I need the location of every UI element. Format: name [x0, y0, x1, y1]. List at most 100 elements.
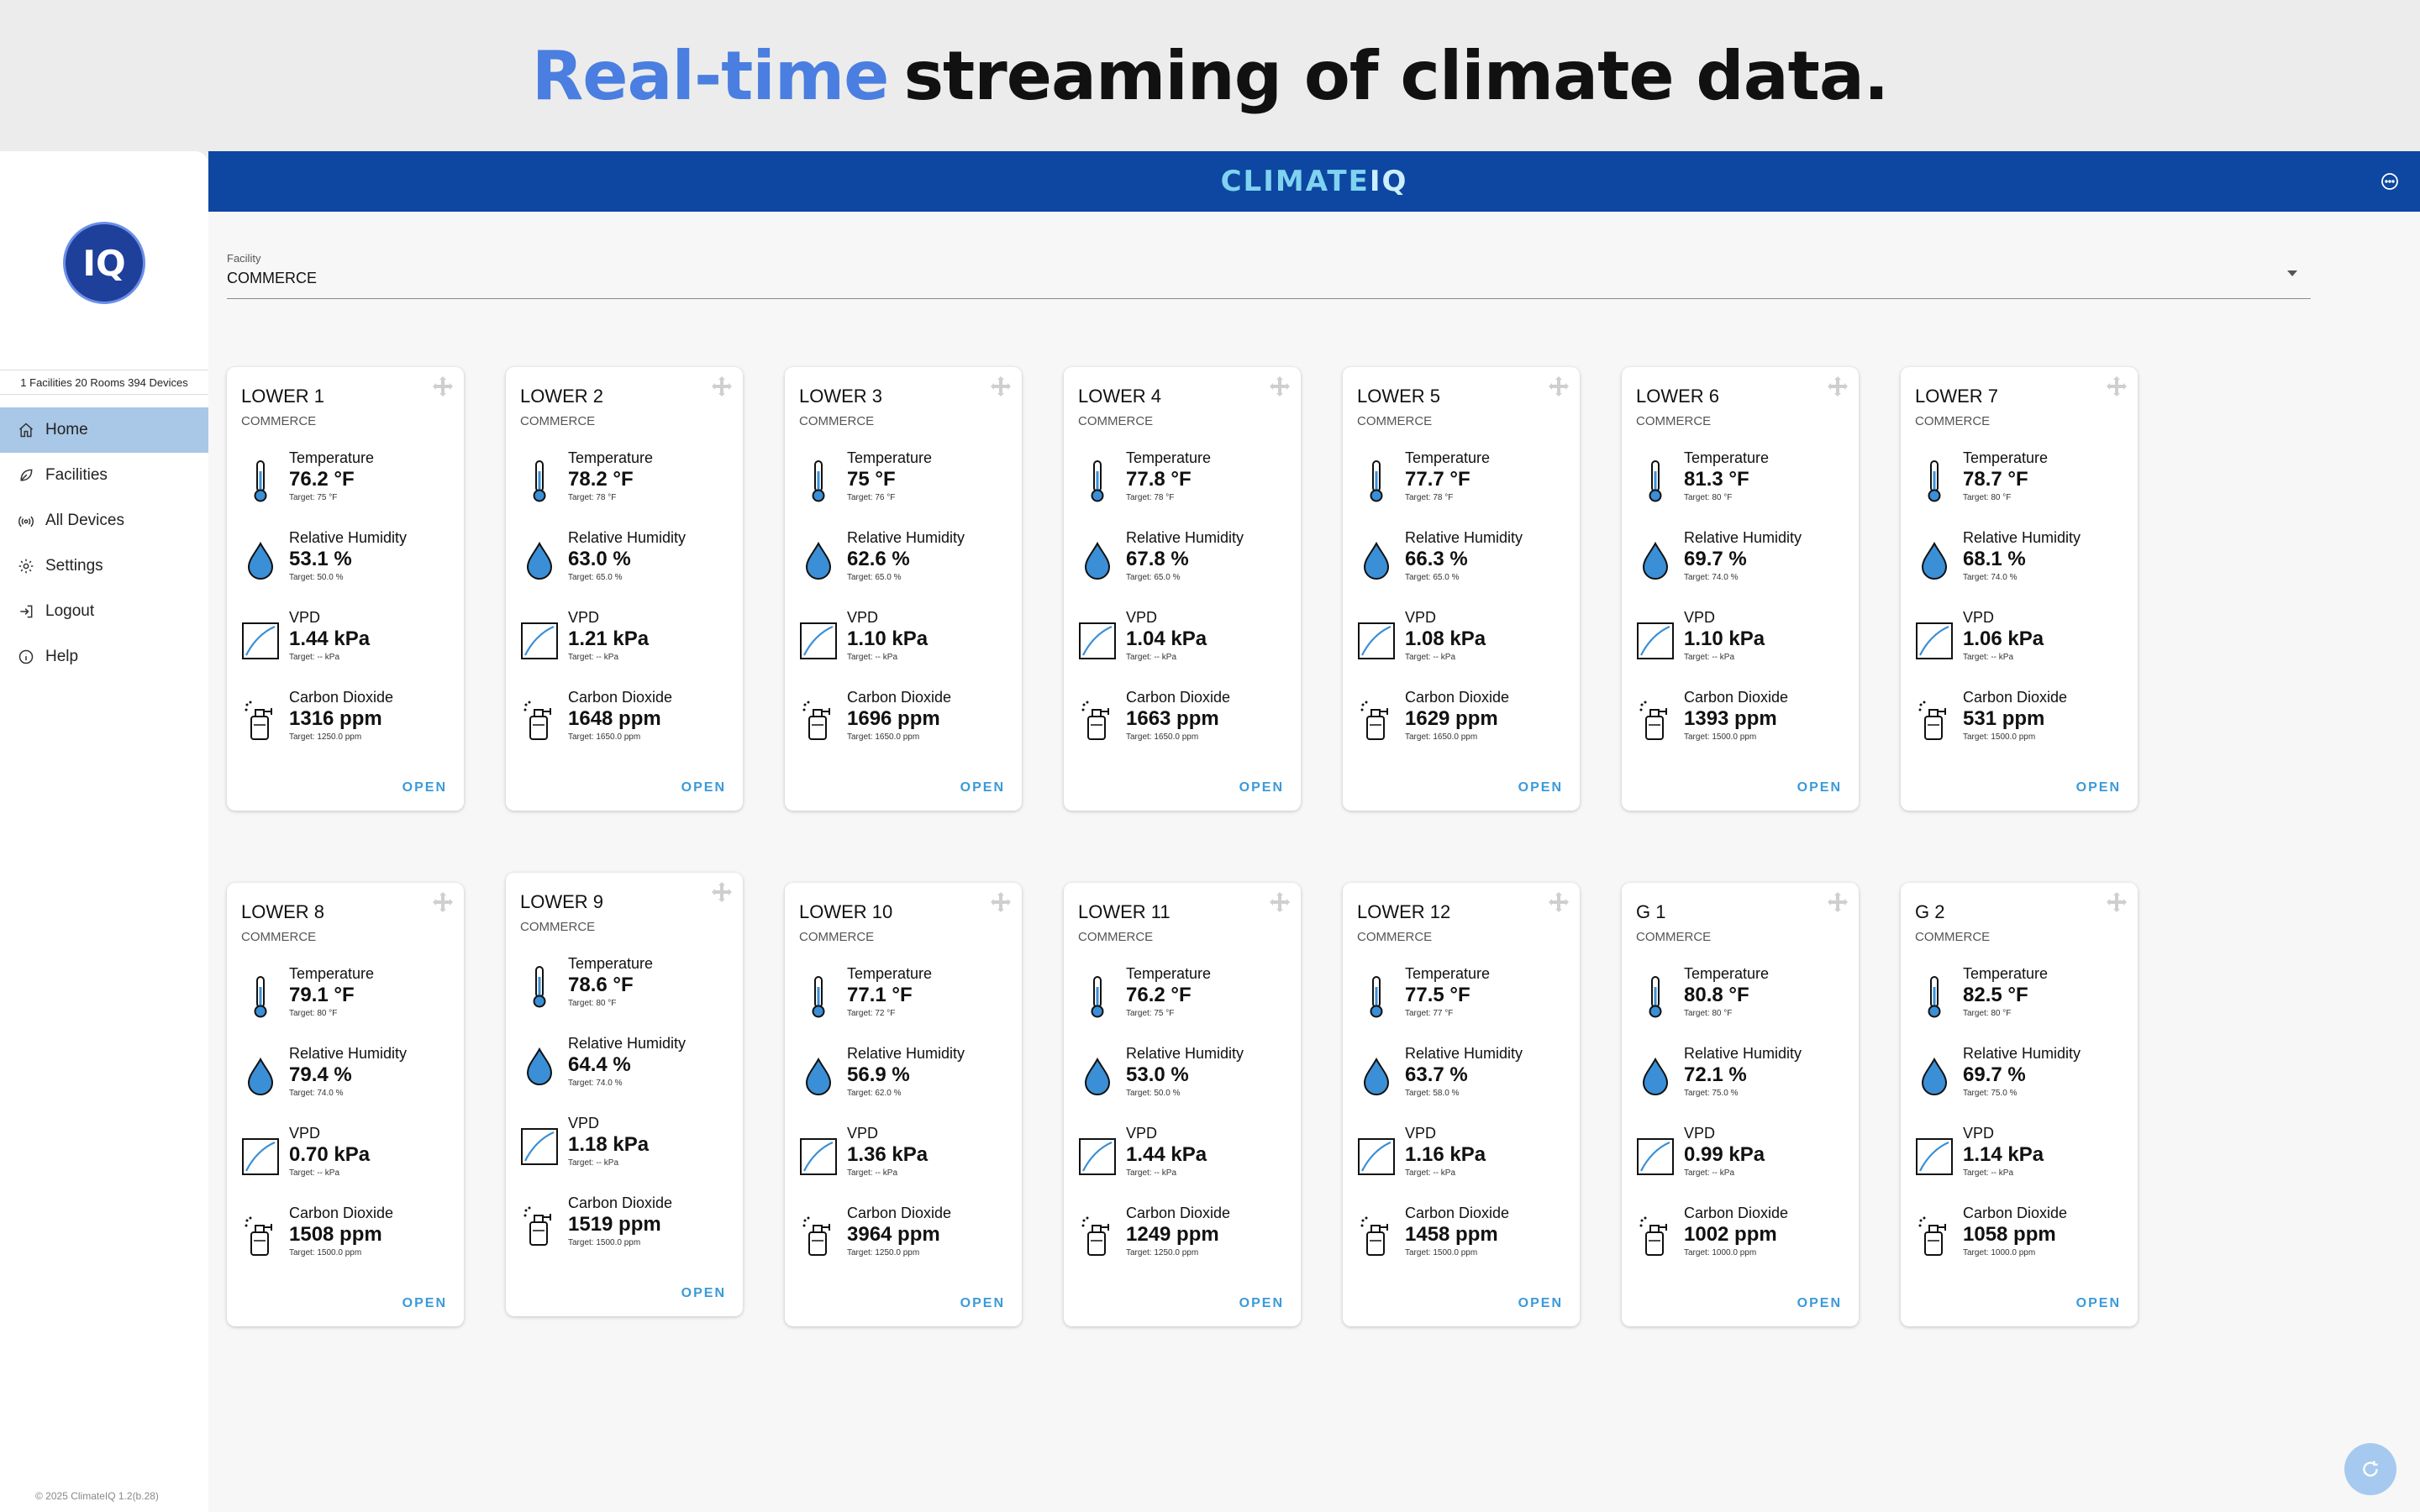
app-logo[interactable]: IQ	[63, 222, 145, 304]
open-button[interactable]: OPEN	[1518, 1296, 1563, 1311]
drag-handle-icon[interactable]	[711, 375, 733, 397]
metric-value: 82.5 °F	[1963, 984, 2028, 1006]
thermometer-icon	[241, 456, 280, 507]
sidebar-item-home[interactable]: Home	[0, 407, 208, 453]
open-button[interactable]: OPEN	[2076, 780, 2121, 795]
open-button[interactable]: OPEN	[960, 1296, 1005, 1311]
open-button[interactable]: OPEN	[1518, 780, 1563, 795]
metric-value: 75 °F	[847, 468, 896, 491]
water-drop-icon	[1357, 1052, 1396, 1102]
humidity-metric: Relative Humidity 53.1 % Target: 50.0 %	[241, 529, 451, 596]
sidebar-item-all-devices[interactable]: All Devices	[0, 498, 208, 543]
drag-handle-icon[interactable]	[990, 375, 1012, 397]
vpd-metric: VPD 1.06 kPa Target: -- kPa	[1915, 609, 2125, 676]
room-card[interactable]: G 1 COMMERCE Temperature 80.8 °F Target: 80 …	[1622, 883, 1859, 1326]
metric-value: 1.44 kPa	[289, 627, 371, 650]
open-button[interactable]: OPEN	[402, 1296, 447, 1311]
metric-text: Temperature 76.2 °F Target: 75 °F	[289, 449, 374, 502]
humidity-metric: Relative Humidity 64.4 % Target: 74.0 %	[520, 1035, 730, 1102]
room-card[interactable]: G 2 COMMERCE Temperature 82.5 °F Target: 80 …	[1901, 883, 2138, 1326]
open-button[interactable]: OPEN	[1797, 1296, 1842, 1311]
open-button[interactable]: OPEN	[402, 780, 447, 795]
room-card[interactable]: LOWER 11 COMMERCE Temperature 76.2 °F Target…	[1064, 883, 1301, 1326]
co2-metric: Carbon Dioxide 1393 ppm Target: 1500.0 ppm	[1636, 689, 1846, 756]
sidebar-item-facilities[interactable]: Facilities	[0, 453, 208, 498]
metric-target: Target: 1500.0 ppm	[1405, 1248, 1478, 1257]
metric-text: Carbon Dioxide 3964 ppm Target: 1250.0 ppm	[847, 1205, 951, 1257]
open-button[interactable]: OPEN	[1797, 780, 1842, 795]
metric-target: Target: 65.0 %	[847, 573, 902, 582]
co2-metric: Carbon Dioxide 1696 ppm Target: 1650.0 ppm	[799, 689, 1009, 756]
room-card[interactable]: LOWER 8 COMMERCE Temperature 79.1 °F Target:…	[227, 883, 464, 1326]
more-icon	[2381, 173, 2398, 190]
room-card[interactable]: LOWER 6 COMMERCE Temperature 81.3 °F Target:…	[1622, 367, 1859, 811]
room-card[interactable]: LOWER 10 COMMERCE Temperature 77.1 °F Target…	[785, 883, 1022, 1326]
metric-target: Target: 75 °F	[1126, 1009, 1175, 1018]
more-options-button[interactable]	[2380, 171, 2400, 192]
room-facility: COMMERCE	[1357, 930, 1433, 944]
room-card[interactable]: LOWER 1 COMMERCE Temperature 76.2 °F Target:…	[227, 367, 464, 811]
metric-target: Target: -- kPa	[1126, 1168, 1177, 1178]
open-button[interactable]: OPEN	[960, 780, 1005, 795]
metric-text: Relative Humidity 53.0 % Target: 50.0 %	[1126, 1045, 1244, 1098]
metric-value: 1058 ppm	[1963, 1223, 2056, 1246]
sidebar-item-logout[interactable]: Logout	[0, 589, 208, 634]
open-button[interactable]: OPEN	[681, 1286, 726, 1301]
metric-text: Carbon Dioxide 1629 ppm Target: 1650.0 ppm	[1405, 689, 1509, 742]
room-card[interactable]: LOWER 4 COMMERCE Temperature 77.8 °F Target:…	[1064, 367, 1301, 811]
water-drop-icon	[520, 1042, 559, 1092]
room-card[interactable]: LOWER 2 COMMERCE Temperature 78.2 °F Target:…	[506, 367, 743, 811]
drag-handle-icon[interactable]	[990, 891, 1012, 913]
room-card[interactable]: LOWER 9 COMMERCE Temperature 78.6 °F Target:…	[506, 873, 743, 1316]
metric-name: Temperature	[289, 965, 375, 982]
room-card[interactable]: LOWER 12 COMMERCE Temperature 77.5 °F Target…	[1343, 883, 1580, 1326]
room-name: LOWER 12	[1357, 901, 1451, 922]
room-facility: COMMERCE	[1357, 414, 1433, 428]
co2-metric: Carbon Dioxide 3964 ppm Target: 1250.0 ppm	[799, 1205, 1009, 1272]
open-button[interactable]: OPEN	[2076, 1296, 2121, 1311]
metric-value: 78.2 °F	[568, 468, 634, 491]
drag-handle-icon[interactable]	[1827, 891, 1849, 913]
vpd-metric: VPD 1.44 kPa Target: -- kPa	[241, 609, 451, 676]
room-card[interactable]: LOWER 3 COMMERCE Temperature 75 °F Target: 7…	[785, 367, 1022, 811]
drag-handle-icon[interactable]	[711, 881, 733, 903]
metric-name: Carbon Dioxide	[1963, 689, 2068, 706]
drag-handle-icon[interactable]	[432, 891, 454, 913]
metric-value: 81.3 °F	[1684, 468, 1749, 491]
drag-handle-icon[interactable]	[1269, 375, 1291, 397]
co2-canister-icon	[1636, 696, 1675, 746]
thermometer-icon	[1636, 456, 1675, 507]
thermometer-icon	[1915, 456, 1954, 507]
hero-accent: Real-time	[531, 36, 890, 115]
co2-canister-icon	[520, 696, 559, 746]
refresh-button[interactable]	[2344, 1443, 2396, 1495]
metric-value: 1648 ppm	[568, 707, 661, 730]
metric-name: Relative Humidity	[1405, 529, 1523, 546]
metric-text: Relative Humidity 79.4 % Target: 74.0 %	[289, 1045, 407, 1098]
open-button[interactable]: OPEN	[1239, 1296, 1284, 1311]
vpd-metric: VPD 1.18 kPa Target: -- kPa	[520, 1115, 730, 1182]
sidebar-item-settings[interactable]: Settings	[0, 543, 208, 589]
metric-name: Carbon Dioxide	[847, 1205, 952, 1221]
open-button[interactable]: OPEN	[1239, 780, 1284, 795]
metric-text: Relative Humidity 63.0 % Target: 65.0 %	[568, 529, 686, 582]
drag-handle-icon[interactable]	[2106, 891, 2128, 913]
open-button[interactable]: OPEN	[681, 780, 726, 795]
drag-handle-icon[interactable]	[1548, 891, 1570, 913]
facility-select[interactable]: Facility COMMERCE	[227, 252, 2311, 299]
drag-handle-icon[interactable]	[1269, 891, 1291, 913]
metric-target: Target: 74.0 %	[1684, 573, 1739, 582]
room-card[interactable]: LOWER 5 COMMERCE Temperature 77.7 °F Target:…	[1343, 367, 1580, 811]
sidebar-item-help[interactable]: Help	[0, 634, 208, 680]
metric-target: Target: -- kPa	[1405, 1168, 1456, 1178]
co2-canister-icon	[1636, 1211, 1675, 1262]
metric-name: Carbon Dioxide	[1684, 1205, 1789, 1221]
drag-handle-icon[interactable]	[1827, 375, 1849, 397]
drag-handle-icon[interactable]	[2106, 375, 2128, 397]
room-card[interactable]: LOWER 7 COMMERCE Temperature 78.7 °F Target:…	[1901, 367, 2138, 811]
drag-handle-icon[interactable]	[432, 375, 454, 397]
metric-text: VPD 1.36 kPa Target: -- kPa	[847, 1125, 928, 1178]
temperature-metric: Temperature 80.8 °F Target: 80 °F	[1636, 965, 1846, 1032]
room-name: LOWER 9	[520, 891, 604, 912]
drag-handle-icon[interactable]	[1548, 375, 1570, 397]
